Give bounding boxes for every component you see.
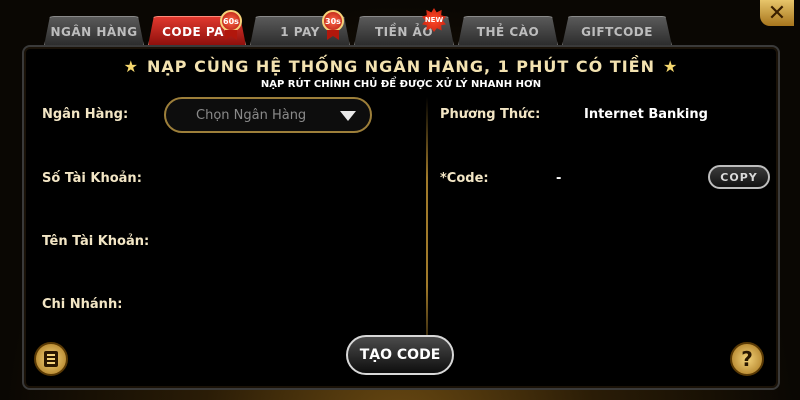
badge-text: NEW [424, 16, 444, 24]
create-code-button[interactable]: TẠO CODE [346, 335, 454, 375]
close-icon: ✕ [767, 0, 787, 26]
question-icon: ? [741, 347, 753, 371]
method-value: Internet Banking [584, 107, 708, 122]
tab-label: TIỀN ẢO [374, 24, 434, 39]
bank-select[interactable]: Chọn Ngân Hàng [164, 97, 372, 133]
badge-text: 60s [223, 16, 239, 26]
close-button[interactable]: ✕ [760, 0, 794, 26]
tab-label: THẺ CÀO [476, 24, 540, 39]
page-title: ★ NẠP CÙNG HỆ THỐNG NGÂN HÀNG, 1 PHÚT CÓ … [24, 57, 778, 76]
account-name-label: Tên Tài Khoản: [42, 234, 150, 249]
chevron-down-icon [340, 111, 356, 121]
bank-label: Ngân Hàng: [42, 107, 129, 122]
star-icon: ★ [663, 57, 679, 76]
copy-label: COPY [720, 170, 758, 184]
badge-60s: 60s [220, 10, 242, 32]
tab-label: GIFTCODE [581, 24, 653, 39]
star-icon: ★ [123, 57, 139, 76]
history-button[interactable] [34, 342, 68, 376]
document-icon [44, 351, 58, 367]
tab-ngan-hang[interactable]: NGÂN HÀNG [44, 16, 144, 46]
create-code-label: TẠO CODE [359, 347, 441, 363]
branch-label: Chi Nhánh: [42, 297, 123, 312]
page-subtitle: NẠP RÚT CHÍNH CHỦ ĐỂ ĐƯỢC XỬ LÝ NHANH HƠ… [260, 79, 542, 90]
badge-text: 30s [325, 16, 341, 26]
tab-label: 1 PAY [280, 24, 320, 39]
tab-giftcode[interactable]: GIFTCODE [562, 16, 672, 46]
tab-the-cao[interactable]: THẺ CÀO [458, 16, 558, 46]
deposit-panel: ★ NẠP CÙNG HỆ THỐNG NGÂN HÀNG, 1 PHÚT CÓ … [22, 45, 780, 390]
help-button[interactable]: ? [730, 342, 764, 376]
title-text: NẠP CÙNG HỆ THỐNG NGÂN HÀNG, 1 PHÚT CÓ T… [147, 57, 655, 76]
bank-select-value: Chọn Ngân Hàng [196, 107, 307, 123]
column-divider [426, 97, 428, 367]
account-number-label: Số Tài Khoản: [42, 171, 142, 186]
code-value: - [556, 171, 562, 186]
tab-bar: NGÂN HÀNG CODE PAY 60s 1 PAY 30s TIỀN ẢO… [44, 8, 684, 46]
badge-30s: 30s [322, 10, 344, 32]
copy-button[interactable]: COPY [708, 165, 770, 189]
tab-label: NGÂN HÀNG [50, 24, 138, 39]
code-label: *Code: [440, 171, 489, 186]
method-label: Phương Thức: [440, 107, 541, 122]
